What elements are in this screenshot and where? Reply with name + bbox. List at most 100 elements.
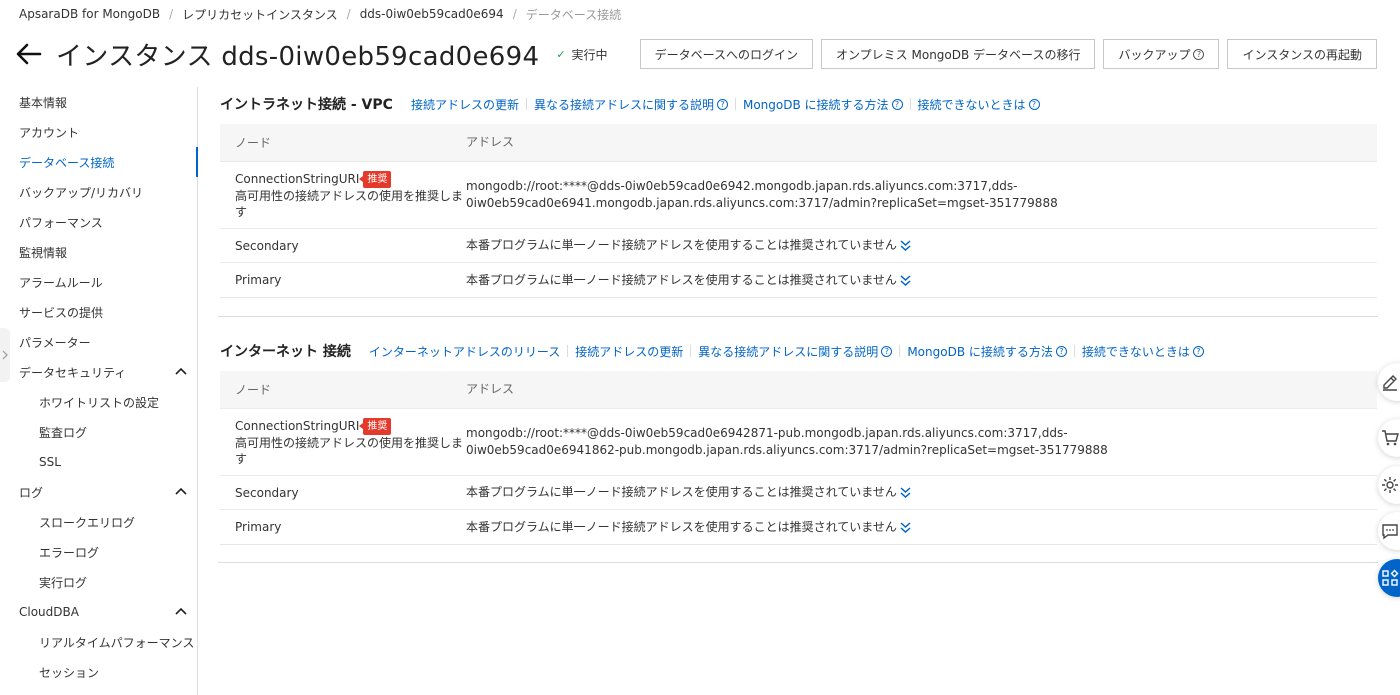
sidebar-item-label: パフォーマンス bbox=[19, 215, 103, 230]
sidebar-item-error-log[interactable]: エラーログ bbox=[0, 537, 197, 567]
table-row: Primary 本番プログラムに単一ノード接続アドレスを使用することは推奨されて… bbox=[220, 510, 1377, 544]
sidebar-group-logs[interactable]: ログ bbox=[0, 477, 197, 507]
sidebar-item-label: アラームルール bbox=[19, 275, 103, 290]
sidebar-item-basic-info[interactable]: 基本情報 bbox=[0, 87, 197, 117]
vpc-address-table: ノード アドレス ConnectionStringURI 推奨 高可用性の接続アド… bbox=[220, 124, 1377, 298]
node-description: 高可用性の接続アドレスの使用を推奨します bbox=[235, 188, 464, 219]
vpc-troubleshoot-link[interactable]: 接続できないときは? bbox=[918, 96, 1040, 113]
internet-address-table: ノード アドレス ConnectionStringURI 推奨 高可用性の接続アド… bbox=[220, 371, 1377, 545]
internet-howto-connect-label: MongoDB に接続する方法 bbox=[907, 344, 1053, 359]
node-name: ConnectionStringURI 推奨 bbox=[235, 170, 466, 188]
sidebar-item-label: リアルタイムパフォーマンス bbox=[39, 635, 195, 650]
edit-icon bbox=[1383, 375, 1397, 391]
sidebar-item-database-connection[interactable]: データベース接続 bbox=[0, 147, 198, 177]
address-value[interactable]: mongodb://root:****@dds-0iw0eb59cad0e694… bbox=[466, 178, 1377, 212]
chat-icon bbox=[1382, 524, 1398, 540]
internet-connection-section: インターネット 接続 インターネットアドレスのリリース 接続アドレスの更新 異な… bbox=[220, 341, 1377, 545]
sidebar-item-realtime-performance[interactable]: リアルタイムパフォーマンス bbox=[0, 627, 197, 657]
apps-float-button[interactable] bbox=[1378, 559, 1400, 597]
sidebar-item-run-log[interactable]: 実行ログ bbox=[0, 567, 197, 597]
node-description: 高可用性の接続アドレスの使用を推奨します bbox=[235, 435, 464, 466]
link-divider bbox=[734, 98, 736, 110]
address-cell: 本番プログラムに単一ノード接続アドレスを使用することは推奨されていません bbox=[466, 519, 1377, 536]
edit-float-button[interactable] bbox=[1378, 363, 1400, 401]
address-value[interactable]: mongodb://root:****@dds-0iw0eb59cad0e694… bbox=[466, 425, 1377, 459]
sidebar-item-ssl[interactable]: SSL bbox=[0, 447, 197, 477]
node-label: ConnectionStringURI bbox=[235, 419, 360, 433]
backup-button[interactable]: バックアップ? bbox=[1103, 39, 1220, 69]
migrate-database-label: オンプレミス MongoDB データベースの移行 bbox=[836, 47, 1081, 62]
help-icon: ? bbox=[1028, 98, 1040, 110]
sidebar-group-data-security[interactable]: データセキュリティ bbox=[0, 357, 197, 387]
chat-float-button[interactable] bbox=[1378, 512, 1400, 550]
sidebar-item-whitelist[interactable]: ホワイトリストの設定 bbox=[0, 387, 197, 417]
help-icon: ? bbox=[891, 98, 903, 110]
link-divider bbox=[909, 98, 911, 110]
sidebar-item-account[interactable]: アカウント bbox=[0, 117, 197, 147]
node-label: Primary bbox=[235, 520, 282, 534]
vpc-section-title: イントラネット接続 - VPC bbox=[220, 97, 393, 113]
vpc-connection-section: イントラネット接続 - VPC 接続アドレスの更新 異なる接続アドレスに関する説… bbox=[220, 94, 1377, 298]
header-actions: データベースへのログイン オンプレミス MongoDB データベースの移行 バッ… bbox=[632, 39, 1377, 69]
internet-address-explain-label: 異なる接続アドレスに関する説明 bbox=[698, 344, 879, 359]
sidebar-item-performance[interactable]: パフォーマンス bbox=[0, 207, 197, 237]
cart-float-button[interactable] bbox=[1378, 419, 1400, 457]
chevron-up-icon bbox=[175, 367, 187, 375]
sidebar-item-label: 基本情報 bbox=[19, 95, 68, 110]
page-title: インスタンス dds-0iw0eb59cad0e694 bbox=[56, 41, 540, 72]
sidebar-item-label: ホワイトリストの設定 bbox=[39, 395, 160, 410]
sidebar: 基本情報 アカウント データベース接続 バックアップ/リカバリ パフォーマンス … bbox=[0, 87, 198, 695]
sidebar-item-label: 実行ログ bbox=[39, 575, 88, 590]
double-chevron-down-icon[interactable] bbox=[900, 487, 911, 498]
internet-howto-connect-link[interactable]: MongoDB に接続する方法? bbox=[907, 343, 1067, 360]
sidebar-item-parameters[interactable]: パラメーター bbox=[0, 327, 197, 357]
sidebar-item-label: エラーログ bbox=[39, 545, 100, 560]
vpc-update-address-link[interactable]: 接続アドレスの更新 bbox=[411, 96, 519, 113]
back-arrow-icon[interactable] bbox=[16, 43, 42, 65]
node-cell: ConnectionStringURI 推奨 高可用性の接続アドレスの使用を推奨し… bbox=[220, 417, 466, 467]
chevron-right-icon bbox=[2, 350, 8, 360]
check-icon: ✓ bbox=[556, 47, 566, 61]
sidebar-item-label: セッション bbox=[39, 665, 100, 680]
sidebar-item-backup-recovery[interactable]: バックアップ/リカバリ bbox=[0, 177, 197, 207]
settings-float-button[interactable] bbox=[1378, 466, 1400, 504]
sidebar-collapse-toggle[interactable] bbox=[0, 328, 10, 382]
sidebar-item-service[interactable]: サービスの提供 bbox=[0, 297, 197, 327]
sidebar-item-alarm-rules[interactable]: アラームルール bbox=[0, 267, 197, 297]
sidebar-item-label: 監査ログ bbox=[39, 425, 88, 440]
database-login-button[interactable]: データベースへのログイン bbox=[639, 39, 814, 69]
column-header-address: アドレス bbox=[466, 135, 515, 149]
sidebar-group-clouddba[interactable]: CloudDBA bbox=[0, 597, 197, 627]
double-chevron-down-icon[interactable] bbox=[900, 274, 911, 286]
internet-update-address-link[interactable]: 接続アドレスの更新 bbox=[575, 343, 683, 360]
help-icon: ? bbox=[716, 98, 728, 110]
vpc-address-explain-link[interactable]: 異なる接続アドレスに関する説明? bbox=[534, 96, 728, 113]
vpc-howto-connect-link[interactable]: MongoDB に接続する方法? bbox=[743, 96, 903, 113]
column-header-node: ノード bbox=[235, 383, 272, 397]
sidebar-item-monitoring[interactable]: 監視情報 bbox=[0, 237, 197, 267]
sidebar-item-slow-query-log[interactable]: スロークエリログ bbox=[0, 507, 197, 537]
double-chevron-down-icon[interactable] bbox=[900, 521, 911, 533]
breadcrumb-item-instance[interactable]: dds-0iw0eb59cad0e694 bbox=[360, 7, 504, 21]
release-internet-address-link[interactable]: インターネットアドレスのリリース bbox=[369, 343, 560, 360]
node-label: Secondary bbox=[235, 485, 299, 500]
double-chevron-down-icon[interactable] bbox=[900, 240, 911, 251]
internet-address-explain-link[interactable]: 異なる接続アドレスに関する説明? bbox=[698, 343, 893, 360]
internet-troubleshoot-link[interactable]: 接続できないときは? bbox=[1082, 343, 1204, 360]
restart-instance-button[interactable]: インスタンスの再起動 bbox=[1227, 39, 1377, 69]
breadcrumb-item-instances[interactable]: レプリカセットインスタンス bbox=[182, 6, 338, 23]
breadcrumb-item-current: データベース接続 bbox=[525, 7, 622, 22]
sidebar-item-audit-log[interactable]: 監査ログ bbox=[0, 417, 197, 447]
section-divider bbox=[218, 562, 1378, 563]
migrate-database-button[interactable]: オンプレミス MongoDB データベースの移行 bbox=[821, 39, 1096, 69]
table-row: Secondary 本番プログラムに単一ノード接続アドレスを使用することは推奨さ… bbox=[220, 476, 1377, 510]
table-row: ConnectionStringURI 推奨 高可用性の接続アドレスの使用を推奨し… bbox=[220, 409, 1377, 476]
internet-section-header: インターネット 接続 インターネットアドレスのリリース 接続アドレスの更新 異な… bbox=[220, 341, 1377, 361]
breadcrumb-item-product[interactable]: ApsaraDB for MongoDB bbox=[19, 7, 160, 21]
vpc-troubleshoot-label: 接続できないときは bbox=[917, 97, 1026, 112]
apps-icon bbox=[1382, 569, 1399, 586]
address-note: 本番プログラムに単一ノード接続アドレスを使用することは推奨されていません bbox=[466, 272, 897, 287]
link-divider bbox=[567, 345, 569, 357]
sidebar-item-sessions[interactable]: セッション bbox=[0, 657, 197, 687]
sidebar-item-label: データセキュリティ bbox=[19, 365, 127, 380]
